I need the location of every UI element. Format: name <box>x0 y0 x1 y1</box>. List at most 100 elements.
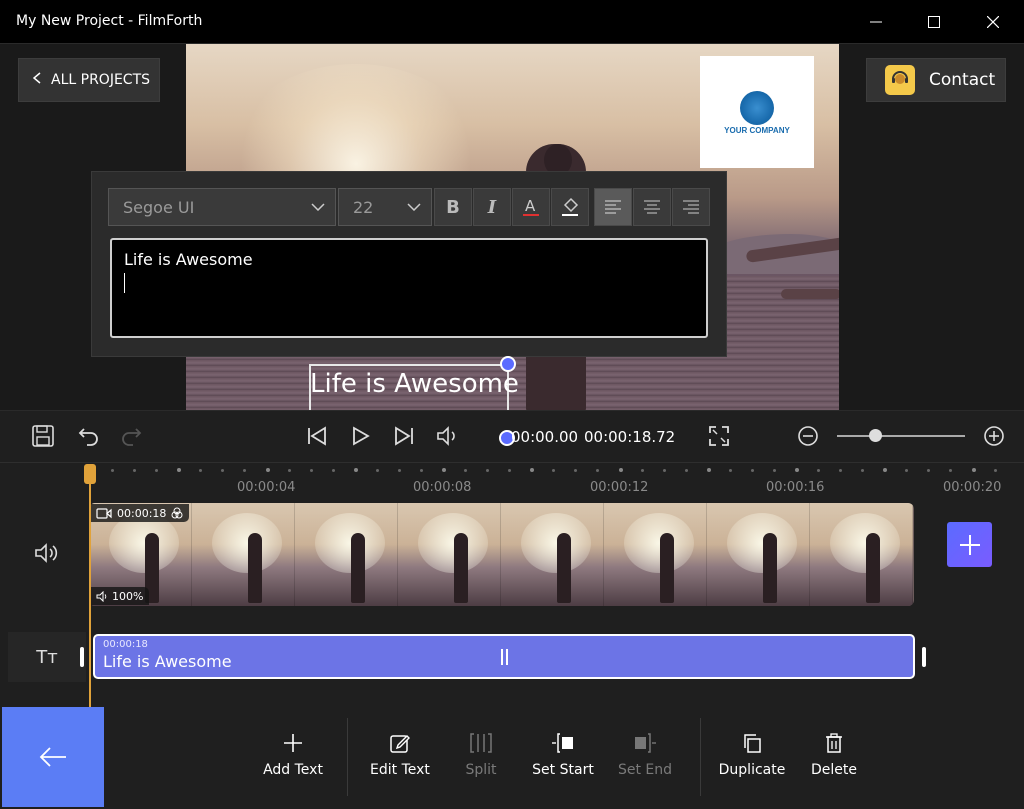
clip-duration-value: 00:00:18 <box>117 506 167 520</box>
trim-start-handle[interactable] <box>80 647 84 667</box>
redo-button[interactable] <box>120 424 142 448</box>
split-icon <box>470 733 492 753</box>
text-clip-time: 00:00:18 <box>103 639 148 650</box>
volume-icon <box>437 426 455 446</box>
zoom-slider-thumb[interactable] <box>869 429 882 442</box>
chevron-down-icon <box>407 203 421 211</box>
set-end-button[interactable]: Set End <box>605 728 685 778</box>
align-center-button[interactable] <box>633 188 671 226</box>
ruler-tick <box>883 468 887 472</box>
plus-icon <box>959 534 980 555</box>
ruler-tick <box>795 468 799 472</box>
trim-end-handle[interactable] <box>922 647 926 667</box>
clip-thumbnail <box>398 503 501 606</box>
background-color-button[interactable] <box>551 188 589 226</box>
ruler-tick <box>420 469 423 472</box>
set-start-label: Set Start <box>532 762 594 778</box>
zoom-slider-track[interactable] <box>837 435 965 437</box>
ruler-tick <box>751 469 754 472</box>
text-track-icon: Tт <box>8 632 86 682</box>
title-bar: My New Project - FilmForth <box>0 0 1024 44</box>
edit-icon <box>390 735 410 753</box>
contact-button[interactable]: Contact <box>866 58 1006 102</box>
ruler-tick <box>707 468 711 472</box>
undo-icon <box>78 428 98 446</box>
volume-button[interactable] <box>436 424 460 448</box>
ruler-tick <box>927 469 930 472</box>
trash-icon <box>826 733 842 753</box>
logo-text: YOUR COMPANY <box>724 126 790 135</box>
ruler-tick <box>905 469 908 472</box>
ruler-tick <box>552 469 555 472</box>
close-button[interactable] <box>970 0 1016 44</box>
ruler-tick <box>773 469 776 472</box>
video-clip[interactable] <box>89 503 914 606</box>
maximize-button[interactable] <box>911 0 957 44</box>
ruler-tick <box>949 469 952 472</box>
clip-thumbnail <box>810 503 913 606</box>
split-button[interactable]: Split <box>441 728 521 778</box>
all-projects-button[interactable]: ALL PROJECTS <box>18 58 160 102</box>
ruler-label: 00:00:08 <box>413 480 472 495</box>
edit-text-button[interactable]: Edit Text <box>360 728 440 778</box>
redo-icon <box>122 428 142 446</box>
ruler-tick <box>530 468 534 472</box>
delete-button[interactable]: Delete <box>794 728 874 778</box>
set-start-button[interactable]: Set Start <box>523 728 603 778</box>
text-color-button[interactable]: A <box>512 188 550 226</box>
ruler-tick <box>596 469 599 472</box>
chevron-left-icon <box>32 72 41 88</box>
bold-icon: B <box>446 196 460 218</box>
skip-back-button[interactable] <box>306 424 328 448</box>
minimize-icon <box>870 21 882 23</box>
zoom-in-button[interactable] <box>983 424 1005 448</box>
ruler-tick <box>177 468 181 472</box>
text-content-input[interactable]: Life is Awesome <box>110 238 708 338</box>
skip-forward-button[interactable] <box>393 424 415 448</box>
text-clip-label: Life is Awesome <box>103 652 232 671</box>
set-end-icon <box>635 733 656 753</box>
track-audio-button[interactable] <box>34 542 60 568</box>
text-caret <box>124 273 125 293</box>
svg-text:A: A <box>525 197 536 215</box>
fullscreen-button[interactable] <box>708 424 730 448</box>
font-family-select[interactable]: Segoe UI <box>108 188 336 226</box>
text-overlay[interactable]: Life is Awesome <box>310 369 519 399</box>
font-size-select[interactable]: 22 <box>338 188 432 226</box>
ruler-tick <box>310 469 313 472</box>
split-label: Split <box>465 762 497 778</box>
save-button[interactable] <box>32 424 54 448</box>
clip-volume-badge[interactable]: 100% <box>90 587 150 605</box>
ruler-tick <box>972 468 976 472</box>
ruler-tick <box>354 468 358 472</box>
add-text-label: Add Text <box>263 762 323 778</box>
playhead-handle[interactable] <box>84 464 96 484</box>
chevron-down-icon <box>311 203 325 211</box>
add-text-button[interactable]: Add Text <box>253 728 333 778</box>
play-button[interactable] <box>350 424 372 448</box>
rotate-handle[interactable] <box>500 356 516 372</box>
align-left-button[interactable] <box>594 188 632 226</box>
minimize-button[interactable] <box>853 0 899 44</box>
ruler-tick <box>398 469 401 472</box>
drag-handle[interactable] <box>501 649 508 665</box>
playhead[interactable] <box>89 466 91 708</box>
align-left-icon <box>605 200 621 214</box>
back-button[interactable] <box>2 707 104 807</box>
align-center-icon <box>644 200 660 214</box>
ruler-tick <box>729 469 732 472</box>
undo-button[interactable] <box>78 424 100 448</box>
ruler-tick <box>685 469 688 472</box>
zoom-out-button[interactable] <box>797 424 819 448</box>
italic-button[interactable]: I <box>473 188 511 226</box>
duplicate-label: Duplicate <box>718 762 786 778</box>
duplicate-button[interactable]: Duplicate <box>712 728 792 778</box>
duplicate-icon <box>744 734 761 753</box>
skip-forward-icon <box>395 426 413 446</box>
align-right-button[interactable] <box>672 188 710 226</box>
arrow-left-icon <box>39 747 66 767</box>
bold-button[interactable]: B <box>434 188 472 226</box>
all-projects-label: ALL PROJECTS <box>51 72 151 88</box>
add-clip-button[interactable] <box>947 522 992 567</box>
text-clip[interactable]: 00:00:18 Life is Awesome <box>93 634 915 679</box>
